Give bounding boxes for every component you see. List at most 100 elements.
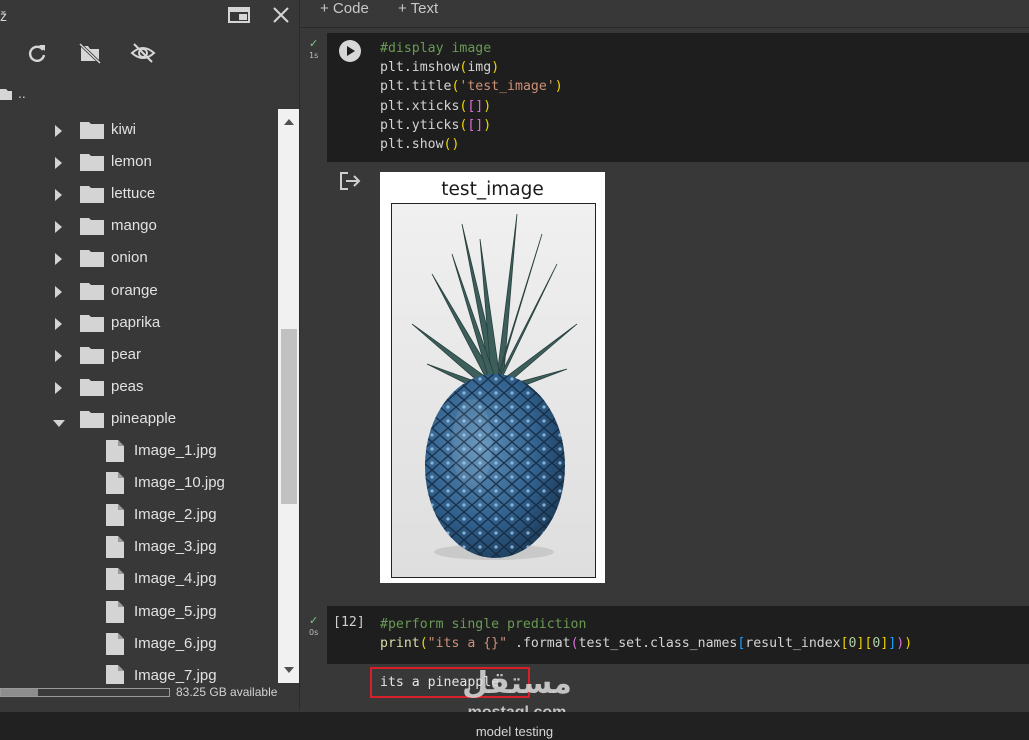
folder-row[interactable]: orange bbox=[0, 275, 278, 307]
folder-name: peas bbox=[111, 377, 144, 395]
code-call: plt.yticks bbox=[380, 117, 460, 133]
folder-name: pineapple bbox=[111, 409, 177, 427]
folder-row[interactable]: pear bbox=[0, 339, 278, 371]
disk-usage-fill bbox=[1, 689, 38, 696]
folder-icon bbox=[0, 87, 12, 104]
folder-icon bbox=[80, 217, 104, 236]
file-browser-panel: ž .. kiwi lemon lettuce mango onion oran… bbox=[0, 0, 300, 710]
folder-name: pear bbox=[111, 345, 142, 363]
folder-row[interactable]: pineapple bbox=[0, 403, 278, 435]
caret-right-icon[interactable] bbox=[55, 381, 65, 394]
code-cell-display[interactable]: #display image plt.imshow(img) plt.title… bbox=[327, 33, 1029, 162]
file-row[interactable]: Image_10.jpg bbox=[0, 467, 278, 499]
check-icon: ✓ bbox=[309, 38, 319, 50]
file-toolbar bbox=[0, 42, 299, 72]
file-tree: kiwi lemon lettuce mango onion orange paprika p… bbox=[0, 114, 278, 684]
caret-right-icon[interactable] bbox=[55, 220, 65, 234]
file-tree-scrollbar[interactable] bbox=[278, 109, 299, 683]
folder-icon bbox=[80, 378, 104, 396]
file-row[interactable]: Image_6.jpg bbox=[0, 628, 278, 660]
add-text-button[interactable]: + Text bbox=[398, 0, 438, 17]
output-plot: test_image bbox=[380, 172, 605, 583]
code-cell-prediction[interactable]: [12] #perform single prediction print("i… bbox=[327, 606, 1029, 664]
file-row[interactable]: Image_5.jpg bbox=[0, 596, 278, 628]
file-row[interactable]: Image_3.jpg bbox=[0, 531, 278, 563]
plot-title: test_image bbox=[441, 179, 544, 200]
new-window-icon[interactable] bbox=[228, 6, 250, 29]
folder-row[interactable]: peas bbox=[0, 371, 278, 403]
panel-header: ž bbox=[0, 6, 299, 30]
close-icon[interactable] bbox=[272, 6, 290, 29]
code-arg: test_set.class_names bbox=[578, 636, 738, 652]
folder-row[interactable]: paprika bbox=[0, 307, 278, 339]
file-name: Image_2.jpg bbox=[134, 506, 217, 524]
code-arg: result_index bbox=[745, 636, 841, 652]
file-icon bbox=[106, 664, 124, 684]
file-row[interactable]: Image_4.jpg bbox=[0, 563, 278, 595]
folder-icon bbox=[80, 185, 104, 204]
folder-row[interactable]: mango bbox=[0, 210, 278, 242]
code-comment: #display image bbox=[380, 41, 492, 56]
folder-name: kiwi bbox=[111, 121, 136, 138]
caption-bar: model testing bbox=[0, 712, 1029, 740]
caret-right-icon[interactable] bbox=[55, 317, 65, 330]
disk-usage: 83.25 GB available bbox=[0, 685, 299, 701]
cell2-code[interactable]: #perform single prediction print("its a … bbox=[380, 615, 912, 653]
cell1-code[interactable]: #display image plt.imshow(img) plt.title… bbox=[380, 39, 563, 154]
folder-icon bbox=[80, 249, 104, 268]
cell2-exec-time: 0s bbox=[309, 628, 319, 637]
output-redirect-icon[interactable] bbox=[339, 171, 363, 196]
code-comment: #perform single prediction bbox=[380, 617, 587, 632]
file-name: Image_7.jpg bbox=[134, 666, 217, 684]
folder-row[interactable]: kiwi bbox=[0, 114, 278, 146]
file-name: Image_6.jpg bbox=[134, 634, 217, 652]
caret-right-icon[interactable] bbox=[55, 188, 65, 202]
eye-off-icon[interactable] bbox=[130, 42, 156, 69]
file-name: Image_1.jpg bbox=[134, 442, 217, 459]
image-caption: model testing bbox=[475, 724, 554, 739]
caret-right-icon[interactable] bbox=[55, 285, 65, 298]
colab-window: ž .. kiwi lemon lettuce mango onion oran… bbox=[0, 0, 1029, 740]
file-icon bbox=[106, 600, 124, 623]
caret-right-icon[interactable] bbox=[55, 124, 65, 137]
refresh-icon[interactable] bbox=[26, 42, 48, 69]
run-cell-button[interactable] bbox=[339, 40, 361, 62]
folder-row[interactable]: onion bbox=[0, 242, 278, 274]
watermark: مستقل mostaql.com bbox=[452, 666, 582, 721]
caret-right-icon[interactable] bbox=[55, 349, 65, 362]
caret-right-icon[interactable] bbox=[55, 252, 65, 266]
file-icon bbox=[106, 472, 124, 495]
exec-count: [12] bbox=[333, 615, 365, 630]
caret-down-icon[interactable] bbox=[53, 415, 65, 427]
folder-row[interactable]: lettuce bbox=[0, 178, 278, 210]
file-icon bbox=[106, 536, 124, 559]
folder-row[interactable]: lemon bbox=[0, 146, 278, 178]
folder-name: mango bbox=[111, 217, 157, 235]
check-icon: ✓ bbox=[309, 615, 319, 627]
scroll-down-icon[interactable] bbox=[283, 661, 295, 679]
file-name: Image_3.jpg bbox=[134, 538, 217, 556]
file-row[interactable]: Image_2.jpg bbox=[0, 499, 278, 531]
watermark-logo: مستقل bbox=[462, 666, 572, 701]
folder-icon bbox=[80, 282, 104, 300]
add-code-button[interactable]: + Code bbox=[320, 0, 369, 17]
scrollbar-thumb[interactable] bbox=[281, 329, 297, 504]
code-string: 'test_image' bbox=[459, 79, 555, 95]
code-call: print bbox=[380, 636, 420, 652]
file-row[interactable]: Image_1.jpg bbox=[0, 435, 278, 467]
caret-right-icon[interactable] bbox=[55, 156, 65, 170]
file-row[interactable]: Image_7.jpg bbox=[0, 660, 278, 684]
plot-axes bbox=[391, 203, 596, 578]
folder-name: onion bbox=[111, 249, 148, 267]
parent-directory-label: .. bbox=[18, 85, 26, 101]
file-icon bbox=[106, 504, 124, 527]
code-call: plt.show bbox=[380, 137, 444, 153]
code-arg: img bbox=[467, 60, 492, 76]
folder-name: paprika bbox=[111, 313, 161, 331]
folder-name: lettuce bbox=[111, 185, 156, 203]
folder-icon bbox=[80, 346, 104, 364]
folder-icon bbox=[80, 410, 104, 428]
hide-file-icon[interactable] bbox=[78, 42, 102, 69]
folder-icon bbox=[80, 314, 104, 332]
scroll-up-icon[interactable] bbox=[283, 113, 295, 131]
